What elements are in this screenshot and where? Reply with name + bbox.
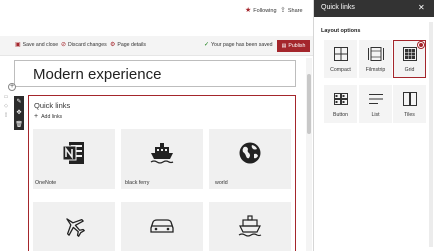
page-title[interactable]: Modern experience xyxy=(33,66,161,83)
layout-option-label: Grid xyxy=(404,67,415,73)
grid-layout-icon xyxy=(394,47,425,61)
tile-label[interactable]: black ferry xyxy=(125,180,149,186)
quick-links-webpart[interactable]: Quick links + Add links OneNote black fe… xyxy=(28,95,296,251)
discard-changes-label: Discard changes xyxy=(68,42,107,48)
settings-icon: ⚙ xyxy=(110,42,116,48)
star-icon: ★ xyxy=(245,7,252,14)
layout-option-grid[interactable]: Grid xyxy=(393,40,426,78)
publish-icon: ▤ xyxy=(281,43,287,49)
discard-icon: ⊘ xyxy=(61,42,67,48)
layout-options-label: Layout options xyxy=(321,28,361,34)
layout-option-compact[interactable]: Compact xyxy=(324,40,357,78)
move-section-icon[interactable]: ◇ xyxy=(2,103,10,112)
following-label: Following xyxy=(253,7,277,14)
save-status: ✓ Your page has been saved xyxy=(204,42,273,48)
save-and-close-button[interactable]: ▣ Save and close xyxy=(15,42,58,48)
onenote-icon xyxy=(33,139,115,167)
share-button[interactable]: ⇪ Share xyxy=(280,7,303,14)
car-icon xyxy=(121,212,203,240)
add-links-label: Add links xyxy=(41,114,63,120)
page-title-area[interactable]: Modern experience xyxy=(14,60,296,87)
delete-webpart-icon[interactable]: 🗑 xyxy=(15,121,23,128)
page-details-button[interactable]: ⚙ Page details xyxy=(110,42,146,48)
airplane-icon xyxy=(33,212,115,240)
layout-option-filmstrip[interactable]: Filmstrip xyxy=(359,40,392,78)
checkmark-icon: ✓ xyxy=(204,42,210,48)
tile-label[interactable]: OneNote xyxy=(35,180,56,186)
edit-section-icon[interactable]: ▭ xyxy=(2,94,10,103)
edit-webpart-icon[interactable]: ✎ xyxy=(16,98,21,105)
layout-option-label: Compact xyxy=(330,67,351,73)
tiles-layout-icon xyxy=(394,92,425,106)
share-icon: ⇪ xyxy=(280,7,286,14)
add-section-button[interactable]: + xyxy=(8,83,16,91)
layout-option-tiles[interactable]: Tiles xyxy=(393,85,426,123)
property-pane-scrollbar[interactable] xyxy=(429,22,433,247)
tile-label[interactable]: world xyxy=(215,180,228,186)
list-layout-icon xyxy=(360,92,391,106)
save-status-text: Your page has been saved xyxy=(211,42,273,48)
plus-icon: + xyxy=(34,113,39,120)
ferry-icon xyxy=(121,139,203,167)
property-pane: Quick links ✕ Layout options Compact Fil… xyxy=(313,0,434,251)
quick-link-tile[interactable] xyxy=(121,202,203,251)
discard-changes-button[interactable]: ⊘ Discard changes xyxy=(61,42,107,48)
share-label: Share xyxy=(287,7,303,14)
quick-link-tile[interactable] xyxy=(209,202,291,251)
layout-option-list[interactable]: List xyxy=(359,85,392,123)
property-pane-header: Quick links ✕ xyxy=(314,0,434,17)
button-layout-icon xyxy=(325,92,356,106)
filmstrip-layout-icon xyxy=(360,47,391,61)
webpart-title[interactable]: Quick links xyxy=(34,101,70,110)
follow-button[interactable]: ★ Following xyxy=(245,7,277,14)
save-icon: ▣ xyxy=(15,42,21,48)
move-webpart-icon[interactable]: ✥ xyxy=(16,109,21,116)
close-icon[interactable]: ✕ xyxy=(418,3,425,12)
publish-label: Publish xyxy=(288,43,306,49)
layout-option-label: List xyxy=(371,112,380,118)
section-side-controls: ▭ ◇ ▯ xyxy=(2,94,10,121)
globe-icon xyxy=(209,139,291,167)
layout-option-button[interactable]: Button xyxy=(324,85,357,123)
save-and-close-label: Save and close xyxy=(22,42,59,48)
publish-button[interactable]: ▤ Publish xyxy=(277,40,310,52)
add-links-button[interactable]: + Add links xyxy=(34,113,63,120)
layout-option-label: Tiles xyxy=(404,112,415,118)
webpart-toolbar: ✎ ✥ 🗑 xyxy=(14,96,24,130)
layout-option-label: Button xyxy=(333,112,348,118)
page-details-label: Page details xyxy=(117,42,146,48)
ship-icon xyxy=(209,212,291,240)
site-header: ★ Following ⇪ Share xyxy=(0,0,313,22)
page-scrollbar-thumb[interactable] xyxy=(307,74,311,134)
compact-layout-icon xyxy=(325,47,356,61)
quick-link-tile[interactable] xyxy=(33,202,115,251)
command-bar: ▣ Save and close ⊘ Discard changes ⚙ Pag… xyxy=(0,36,313,56)
delete-section-icon[interactable]: ▯ xyxy=(2,112,10,121)
page-editor: ★ Following ⇪ Share ▣ Save and close ⊘ D… xyxy=(0,0,313,251)
property-pane-title: Quick links xyxy=(321,4,355,11)
layout-option-label: Filmstrip xyxy=(365,67,386,73)
